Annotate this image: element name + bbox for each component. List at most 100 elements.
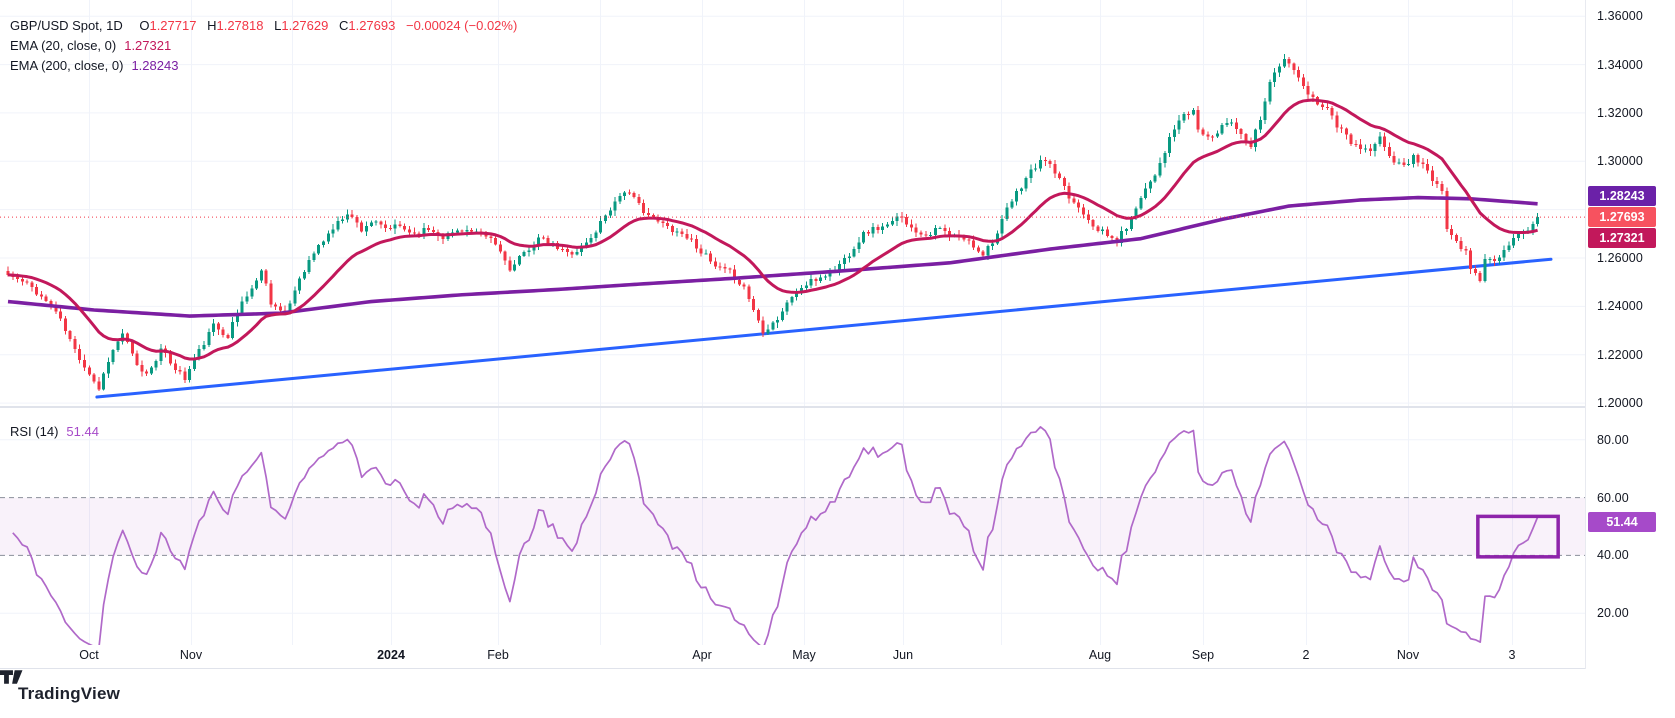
candle-body xyxy=(1516,233,1520,238)
candle-body xyxy=(207,331,211,345)
price-scale-axis[interactable]: 1.36000 1.34000 1.32000 1.30000 1.26000 1.240… xyxy=(1585,0,1675,670)
price-axis-tick: 1.36000 xyxy=(1597,9,1643,24)
candle-body xyxy=(766,329,770,334)
candle-body xyxy=(575,252,579,255)
candle-body xyxy=(776,319,780,323)
candle-body xyxy=(560,249,564,251)
candle-body xyxy=(1015,191,1019,202)
candle-body xyxy=(360,222,364,232)
rsi-pane[interactable] xyxy=(0,408,1585,645)
candle-body xyxy=(1359,144,1363,150)
candle-body xyxy=(522,251,526,257)
time-axis-label: Nov xyxy=(179,648,203,662)
candle-body xyxy=(737,280,741,285)
candle-body xyxy=(1110,235,1114,239)
candle-body xyxy=(527,250,531,252)
candle-body xyxy=(1263,101,1267,120)
candle-body xyxy=(1215,133,1219,137)
rsi-axis-tick: 80.00 xyxy=(1597,432,1629,447)
candle-body xyxy=(771,322,775,330)
candle-body xyxy=(240,301,244,313)
tradingview-brand-text: TradingView xyxy=(18,683,121,703)
candle-body xyxy=(326,233,330,242)
close-label: C xyxy=(338,18,349,33)
candle-body xyxy=(1105,229,1109,236)
candle-body xyxy=(231,321,235,339)
candle-body xyxy=(393,224,397,229)
candle-body xyxy=(1364,148,1368,150)
candle-body xyxy=(59,311,63,319)
candle-body xyxy=(1254,129,1258,147)
candle-body xyxy=(819,277,823,282)
candle-body xyxy=(637,197,641,204)
candle-body xyxy=(1206,134,1210,137)
candle-body xyxy=(44,296,48,301)
time-axis-label: Nov xyxy=(1396,648,1420,662)
ema20-legend-row[interactable]: EMA (20, close, 0) 1.27321 xyxy=(10,36,517,56)
rsi-axis-tick: 40.00 xyxy=(1597,548,1629,563)
candle-body xyxy=(924,234,928,236)
chart-root: GBP/USD Spot, 1D O1.27717 H1.27818 L1.27… xyxy=(0,0,1675,718)
rsi-label: RSI (14) xyxy=(10,424,59,439)
candle-body xyxy=(933,228,937,235)
symbol-title[interactable]: GBP/USD Spot, 1D xyxy=(10,18,123,33)
candle-body xyxy=(427,228,431,231)
candle-body xyxy=(508,260,512,271)
candle-body xyxy=(1473,269,1477,273)
candle-body xyxy=(78,348,82,360)
ema200-price-badge: 1.28243 xyxy=(1588,186,1656,207)
candle-body xyxy=(1502,250,1506,258)
candle-body xyxy=(914,227,918,233)
time-axis-label: 2 xyxy=(1302,648,1310,662)
candle-body xyxy=(604,215,607,222)
candle-body xyxy=(302,272,306,279)
trendline-drawing[interactable] xyxy=(95,257,1553,399)
candle-body xyxy=(221,329,225,336)
candle-body xyxy=(317,245,321,254)
price-axis-tick: 1.34000 xyxy=(1597,57,1643,72)
rsi-legend-row[interactable]: RSI (14) 51.44 xyxy=(10,424,99,439)
candle-body xyxy=(1488,259,1492,261)
candle-body xyxy=(1182,113,1186,121)
time-axis[interactable]: Oct Nov 2024 Feb Apr May Jun Aug Sep 2 Nov 3 xyxy=(0,645,1585,669)
ema200-line[interactable] xyxy=(7,195,1538,318)
candle-body xyxy=(1268,81,1272,102)
candle-body xyxy=(1421,162,1425,165)
tradingview-brand[interactable]: TradingView xyxy=(0,670,121,704)
candle-body xyxy=(976,247,980,252)
candle-body xyxy=(1306,86,1310,95)
candle-body xyxy=(728,268,732,270)
candle-body xyxy=(1536,217,1540,225)
candle-body xyxy=(1450,228,1454,236)
candle-body xyxy=(1301,77,1305,87)
candle-body xyxy=(1058,173,1062,178)
candle-body xyxy=(250,288,254,297)
candle-body xyxy=(1297,70,1301,78)
candle-body xyxy=(694,239,698,249)
candle-body xyxy=(1383,136,1387,148)
candle-body xyxy=(1201,129,1205,135)
candle-body xyxy=(20,279,24,282)
candle-body xyxy=(293,290,297,304)
candle-body xyxy=(1373,143,1377,152)
candle-body xyxy=(441,236,445,239)
symbol-row: GBP/USD Spot, 1D O1.27717 H1.27818 L1.27… xyxy=(10,16,517,36)
candle-body xyxy=(455,230,459,233)
close-value: 1.27693 xyxy=(348,18,396,33)
candle-body xyxy=(1321,104,1324,108)
candle-body xyxy=(1531,224,1535,231)
candle-body xyxy=(178,369,182,372)
candle-body xyxy=(675,231,679,233)
time-axis-label: Oct xyxy=(79,648,99,662)
candle-body xyxy=(1497,257,1501,262)
candle-body xyxy=(1196,110,1200,130)
candle-body xyxy=(87,367,91,375)
ema200-legend-row[interactable]: EMA (200, close, 0) 1.28243 xyxy=(10,56,517,76)
candle-body xyxy=(35,286,39,295)
candle-body xyxy=(1191,110,1195,115)
candle-body xyxy=(1407,164,1411,166)
candle-body xyxy=(1144,188,1148,198)
candle-body xyxy=(804,285,808,289)
footer-bar: TradingView xyxy=(0,669,1675,718)
candle-body xyxy=(747,286,751,299)
